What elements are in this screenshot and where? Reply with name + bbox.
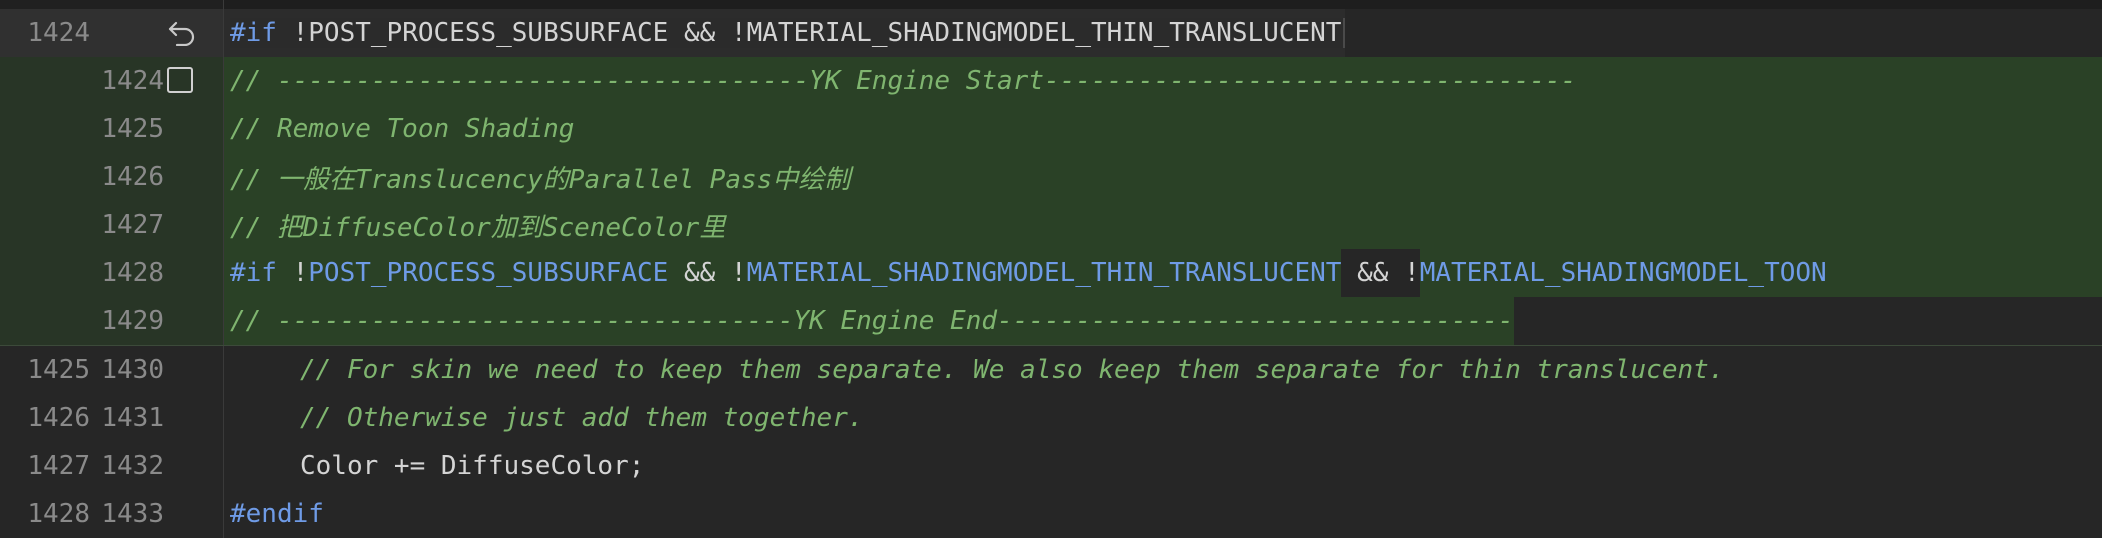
diff-line-context: 1426 1431 // Otherwise just add them tog… — [0, 394, 2102, 442]
comment-text: // ----------------------------------YK … — [230, 66, 1577, 96]
macro-name: POST_PROCESS_SUBSURFACE — [308, 18, 669, 48]
operator: && ! — [1341, 258, 1420, 288]
comment-text: // 把DiffuseColor加到SceneColor里 — [230, 212, 726, 243]
preprocessor-keyword: #endif — [230, 499, 324, 529]
diff-line-added: 1429 // --------------------------------… — [0, 297, 2102, 346]
old-line-number: 1427 — [27, 451, 90, 481]
old-line-number: 1424 — [27, 18, 90, 48]
checkbox-icon[interactable] — [167, 67, 193, 93]
new-line-number: 1430 — [101, 355, 164, 385]
code-line[interactable]: // Otherwise just add them together. — [224, 394, 864, 442]
diff-line-removed: 1424 #if !POST_PROCESS_SUBSURFACE && !MA… — [0, 9, 2102, 57]
diff-line-context: 1428 1433 #endif — [0, 490, 2102, 538]
comment-text: // 一般在Translucency的Parallel Pass中绘制 — [230, 164, 851, 195]
preprocessor-keyword: #if — [230, 258, 277, 288]
code-line[interactable]: // ---------------------------------YK E… — [224, 297, 1514, 345]
code-line[interactable]: #if !POST_PROCESS_SUBSURFACE && !MATERIA… — [224, 9, 1346, 57]
new-line-number: 1428 — [101, 258, 164, 288]
new-line-number: 1431 — [101, 403, 164, 433]
macro-name: MATERIAL_SHADINGMODEL_TOON — [1419, 258, 1827, 288]
new-line-number: 1426 — [101, 162, 164, 192]
diff-line-context: 1425 1430 // For skin we need to keep th… — [0, 346, 2102, 394]
comment-text: // Remove Toon Shading — [230, 114, 575, 144]
operator: ! — [276, 258, 309, 288]
old-line-number: 1428 — [27, 499, 90, 529]
line-gutter: 1427 1432 — [0, 442, 224, 490]
diff-line-added: 1428 #if ! POST_PROCESS_SUBSURFACE && ! MA… — [0, 249, 2102, 297]
code-line[interactable]: // 把DiffuseColor加到SceneColor里 — [224, 201, 2102, 249]
top-strip — [0, 0, 2102, 9]
code-line[interactable]: #if !POST_PROCESS_SUBSURFACE && !MATERIA… — [224, 249, 2102, 297]
code-line[interactable]: // ----------------------------------YK … — [224, 57, 2102, 105]
code-line[interactable]: // For skin we need to keep them separat… — [224, 346, 1724, 394]
diff-line-added: 1426 // 一般在Translucency的Parallel Pass中绘制 — [0, 153, 2102, 201]
macro-name: MATERIAL_SHADINGMODEL_THIN_TRANSLUCENT — [746, 258, 1342, 288]
preprocessor-keyword: #if — [230, 18, 277, 48]
diff-viewer: 1424 #if !POST_PROCESS_SUBSURFACE && !MA… — [0, 0, 2102, 538]
code-line[interactable]: // Remove Toon Shading — [224, 105, 2102, 153]
new-line-number: 1424 — [101, 66, 164, 96]
line-gutter: 1427 — [0, 201, 224, 249]
code-line[interactable]: // 一般在Translucency的Parallel Pass中绘制 — [224, 153, 2102, 201]
line-gutter: 1426 1431 — [0, 394, 224, 442]
diff-line-context: 1427 1432 Color += DiffuseColor; — [0, 442, 2102, 490]
operator: && ! — [668, 258, 747, 288]
diff-line-added: 1424 // --------------------------------… — [0, 57, 2102, 105]
line-gutter: 1426 — [0, 153, 224, 201]
undo-arrow-icon[interactable] — [164, 17, 200, 49]
operator: ! — [276, 18, 309, 48]
line-gutter: 1424 — [0, 9, 224, 57]
diff-line-added: 1425 // Remove Toon Shading — [0, 105, 2102, 153]
line-gutter: 1425 — [0, 105, 224, 153]
old-line-number: 1426 — [27, 403, 90, 433]
old-line-number: 1425 — [27, 355, 90, 385]
comment-text: // ---------------------------------YK E… — [230, 306, 1514, 336]
new-line-number: 1433 — [101, 499, 164, 529]
code-text: Color += DiffuseColor; — [300, 451, 645, 481]
line-gutter: 1424 — [0, 57, 224, 105]
operator: && ! — [668, 18, 747, 48]
macro-name: POST_PROCESS_SUBSURFACE — [308, 258, 669, 288]
diff-line-added: 1427 // 把DiffuseColor加到SceneColor里 — [0, 201, 2102, 249]
line-gutter: 1428 — [0, 249, 224, 297]
line-gutter: 1429 — [0, 297, 224, 345]
new-line-number: 1429 — [101, 306, 164, 336]
macro-name: MATERIAL_SHADINGMODEL_THIN_TRANSLUCENT — [746, 18, 1342, 48]
new-line-number: 1425 — [101, 114, 164, 144]
code-line[interactable]: #endif — [224, 490, 324, 538]
comment-text: // Otherwise just add them together. — [300, 403, 864, 433]
line-gutter: 1428 1433 — [0, 490, 224, 538]
new-line-number: 1432 — [101, 451, 164, 481]
line-gutter: 1425 1430 — [0, 346, 224, 394]
code-line[interactable]: Color += DiffuseColor; — [224, 442, 644, 490]
new-line-number: 1427 — [101, 210, 164, 240]
comment-text: // For skin we need to keep them separat… — [300, 355, 1725, 385]
